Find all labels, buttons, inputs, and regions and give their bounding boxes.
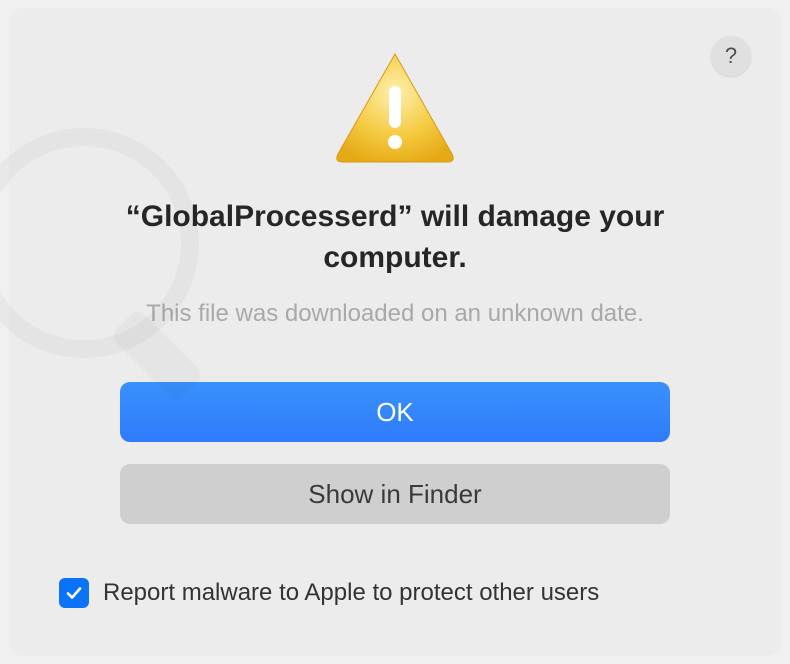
show-in-finder-label: Show in Finder (308, 479, 481, 510)
report-malware-checkbox[interactable] (59, 578, 89, 608)
help-icon: ? (725, 43, 737, 69)
dialog-subtitle: This file was downloaded on an unknown d… (146, 300, 644, 328)
alert-dialog: ? “GlobalProcesserd” will damage your co… (9, 8, 781, 656)
dialog-title: “GlobalProcesserd” will damage your comp… (53, 197, 737, 278)
show-in-finder-button[interactable]: Show in Finder (120, 464, 670, 524)
report-malware-label: Report malware to Apple to protect other… (103, 579, 599, 607)
report-malware-row: Report malware to Apple to protect other… (53, 578, 599, 608)
ok-button[interactable]: OK (120, 382, 670, 442)
ok-button-label: OK (376, 397, 414, 428)
checkmark-icon (64, 583, 84, 603)
warning-triangle-icon (330, 48, 460, 171)
help-button[interactable]: ? (711, 36, 751, 76)
